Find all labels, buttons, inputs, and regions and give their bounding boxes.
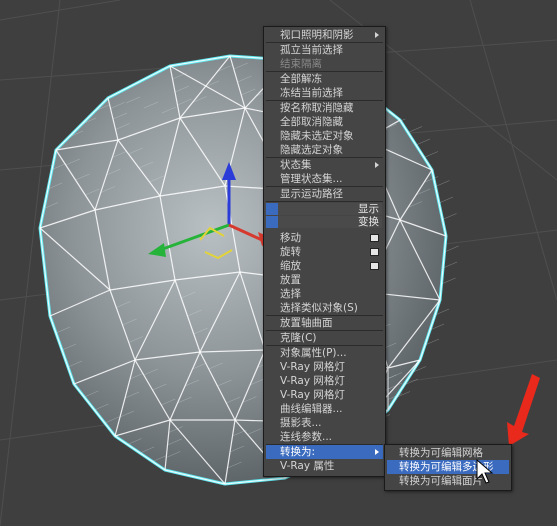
quad-menu: 视口照明和阴影 孤立当前选择 结束隔离 全部解冻 冻结当前选择 按名称取消隐藏 … [263,26,386,477]
menu-item-label: 选择 [280,288,301,300]
menu-item-manage-state-sets[interactable]: 管理状态集... [266,172,383,186]
menu-item-label: 结束隔离 [280,58,322,70]
menu-item-freeze-selection[interactable]: 冻结当前选择 [266,86,383,100]
menu-item-label: 选择类似对象(S) [280,302,358,314]
menu-item-label: 冻结当前选择 [280,87,343,99]
menu-separator [266,201,383,202]
menu-item-label: 曲线编辑器... [280,403,343,415]
menu-item-label: 视口照明和阴影 [280,29,354,41]
submenu-arrow-icon [375,449,379,455]
menu-item-label: 状态集 [280,159,312,171]
menu-item-label: 隐藏未选定对象 [280,130,354,142]
quadrant-marker-icon [266,203,278,215]
menu-item-label: 摄影表... [280,417,322,429]
menu-item-label: V-Ray 网格灯 [280,389,345,401]
menu-item-label: 孤立当前选择 [280,44,343,56]
menu-item-label: 转换为可编辑网格 [399,447,483,459]
menu-item-label: 连线参数... [280,431,333,443]
menu-item-label: V-Ray 网格灯 [280,375,345,387]
quadrant-label-transform[interactable]: 变换 [265,216,382,228]
menu-item-label: 放置 [280,274,301,286]
menu-item-label: 放置轴曲面 [280,317,333,329]
menu-item-hide-unselected[interactable]: 隐藏未选定对象 [266,129,383,143]
menu-item-label: 显示运动路径 [280,188,343,200]
settings-box-icon[interactable] [370,248,379,256]
menu-item-move[interactable]: 移动 [266,231,383,245]
submenu-arrow-icon [375,32,379,38]
menu-item-vray-properties[interactable]: V-Ray 属性 [266,459,383,473]
menu-item-viewport-lighting[interactable]: 视口照明和阴影 [266,28,383,42]
mouse-cursor-icon [476,459,494,484]
settings-box-icon[interactable] [370,234,379,242]
menu-item-label: V-Ray 属性 [280,460,335,472]
menu-item-rotate[interactable]: 旋转 [266,245,383,259]
menu-item-unfreeze-all[interactable]: 全部解冻 [266,72,383,86]
menu-item-label: 全部取消隐藏 [280,116,343,128]
quadrant-label-text: 变换 [358,216,379,228]
menu-item-wire-parameters[interactable]: 连线参数... [266,430,383,444]
menu-item-dope-sheet[interactable]: 摄影表... [266,416,383,430]
menu-item-unhide-by-name[interactable]: 按名称取消隐藏 [266,101,383,115]
quadrant-label-text: 显示 [358,203,379,215]
menu-item-convert-to[interactable]: 转换为: [266,445,383,459]
submenu-item-editable-mesh[interactable]: 转换为可编辑网格 [387,446,509,460]
menu-item-place-pivot-surface[interactable]: 放置轴曲面 [266,316,383,330]
menu-item-scale[interactable]: 缩放 [266,259,383,273]
menu-item-select[interactable]: 选择 [266,287,383,301]
menu-item-state-sets[interactable]: 状态集 [266,158,383,172]
quadrant-marker-icon [266,216,278,228]
menu-item-curve-editor[interactable]: 曲线编辑器... [266,402,383,416]
menu-item-label: 缩放 [280,260,301,272]
quadrant-label-display[interactable]: 显示 [265,203,382,215]
menu-item-vray-mesh-light-2[interactable]: V-Ray 网格灯 [266,374,383,388]
menu-item-vray-mesh-light-1[interactable]: V-Ray 网格灯 [266,360,383,374]
menu-item-end-isolate: 结束隔离 [266,57,383,71]
menu-item-select-similar[interactable]: 选择类似对象(S) [266,301,383,315]
menu-item-clone[interactable]: 克隆(C) [266,331,383,345]
menu-item-place[interactable]: 放置 [266,273,383,287]
menu-item-label: 管理状态集... [280,173,343,185]
menu-item-label: 克隆(C) [280,332,317,344]
menu-item-show-motion-path[interactable]: 显示运动路径 [266,187,383,201]
menu-item-label: 移动 [280,232,301,244]
menu-item-label: 全部解冻 [280,73,322,85]
menu-item-unhide-all[interactable]: 全部取消隐藏 [266,115,383,129]
submenu-arrow-icon [375,162,379,168]
menu-item-hide-selection[interactable]: 隐藏选定对象 [266,143,383,157]
menu-item-label: 转换为: [280,446,316,458]
menu-item-label: 隐藏选定对象 [280,144,343,156]
menu-item-label: 按名称取消隐藏 [280,102,354,114]
menu-item-label: 旋转 [280,246,301,258]
menu-item-label: 转换为可编辑面片 [399,475,483,487]
settings-box-icon[interactable] [370,262,379,270]
menu-item-object-properties[interactable]: 对象属性(P)... [266,346,383,360]
menu-item-isolate-selection[interactable]: 孤立当前选择 [266,43,383,57]
menu-item-label: 对象属性(P)... [280,347,347,359]
menu-item-label: V-Ray 网格灯 [280,361,345,373]
menu-item-vray-mesh-light-3[interactable]: V-Ray 网格灯 [266,388,383,402]
